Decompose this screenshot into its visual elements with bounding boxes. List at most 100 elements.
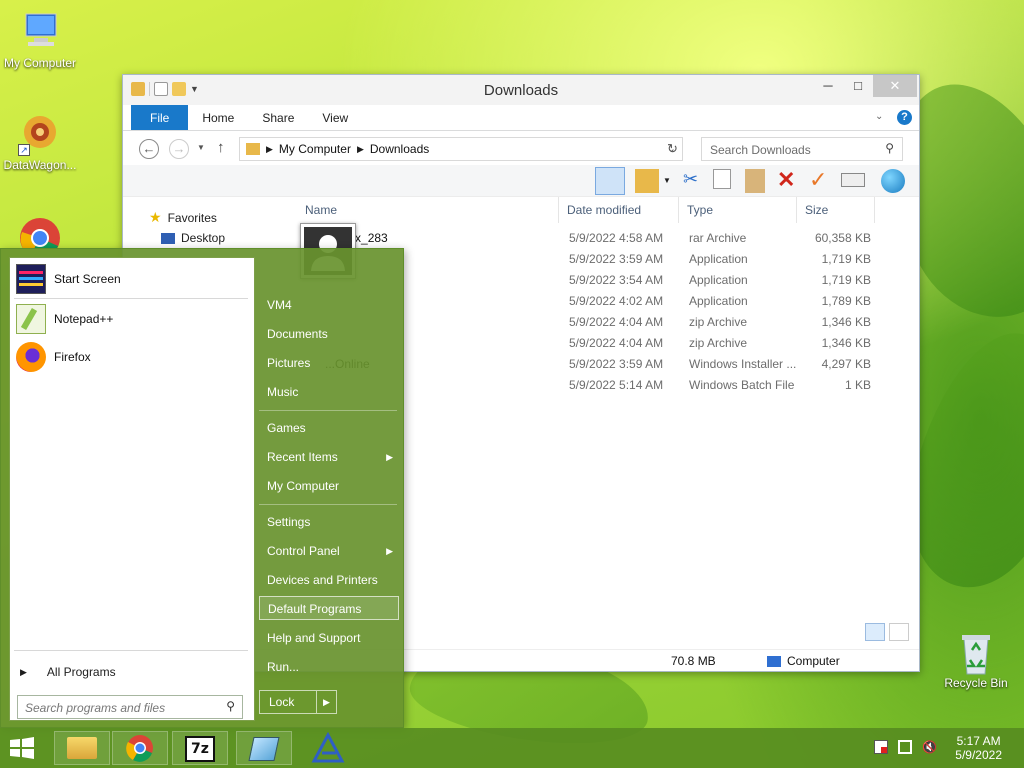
chevron-right-icon: ▶ [386, 546, 393, 556]
search-placeholder: Search Downloads [710, 143, 811, 157]
paste-icon[interactable] [745, 169, 765, 193]
title-bar[interactable]: ▼ Downloads ─ □ ✕ [123, 75, 919, 105]
taskbar-file-explorer[interactable] [54, 731, 110, 765]
status-location-label: Computer [787, 654, 840, 668]
file-type: Windows Batch File [689, 377, 795, 392]
folder-icon [246, 143, 260, 155]
desktop-icon-datawagon[interactable]: ↗ DataWagon... [0, 112, 80, 172]
desktop-icon-label: My Computer [3, 56, 77, 70]
start-item-documents[interactable]: Documents [259, 322, 399, 346]
file-date: 5/9/2022 3:54 AM [569, 272, 664, 287]
desktop-icon-chrome[interactable] [18, 216, 62, 248]
copy-icon[interactable] [713, 169, 731, 189]
start-menu: Start Screen Notepad++ Firefox ▶ All Pro… [0, 248, 404, 728]
start-item-my-computer[interactable]: My Computer [259, 474, 399, 498]
globe-icon[interactable] [881, 169, 905, 193]
column-name[interactable]: Name [297, 197, 559, 223]
file-size: 1,346 KB [821, 335, 871, 350]
file-type: rar Archive [689, 230, 747, 245]
flag-error-icon[interactable] [874, 740, 888, 754]
start-item-devices-printers[interactable]: Devices and Printers [259, 568, 399, 592]
view-switcher [865, 623, 909, 641]
file-date: 5/9/2022 4:04 AM [569, 335, 664, 350]
windows-logo-icon [10, 737, 34, 759]
start-button[interactable] [8, 736, 36, 760]
network-icon[interactable] [898, 740, 912, 754]
start-item-games[interactable]: Games [259, 416, 399, 440]
large-icons-view-icon[interactable] [889, 623, 909, 641]
tab-home[interactable]: Home [188, 105, 248, 130]
computer-icon [767, 655, 781, 667]
start-item-user[interactable]: VM4 [259, 293, 399, 317]
rename-icon[interactable] [841, 173, 865, 187]
breadcrumb-my-computer[interactable]: My Computer [279, 142, 351, 156]
search-input[interactable]: Search Downloads ⚲ [701, 137, 903, 161]
details-view-icon[interactable] [865, 623, 885, 641]
start-item-run[interactable]: Run... [259, 655, 399, 679]
column-type[interactable]: Type [679, 197, 797, 223]
tab-share[interactable]: Share [248, 105, 308, 130]
refresh-button[interactable]: ↻ [667, 141, 678, 157]
address-bar[interactable]: ▶ My Computer ▶ Downloads ⌄ [239, 137, 683, 161]
start-item-control-panel[interactable]: Control Panel ▶ [259, 539, 399, 563]
start-search-input[interactable]: Search programs and files ⚲ [17, 695, 243, 719]
delete-icon[interactable]: ✕ [777, 169, 801, 193]
divider [259, 410, 397, 411]
start-item-settings[interactable]: Settings [259, 510, 399, 534]
taskbar-triangle-app[interactable] [300, 731, 356, 765]
desktop-icon-my-computer[interactable]: My Computer [0, 10, 80, 70]
notepadpp-icon [16, 304, 46, 334]
volume-muted-icon[interactable]: 🔇 [922, 740, 937, 754]
file-date: 5/9/2022 4:02 AM [569, 293, 664, 308]
program-notepadpp[interactable]: Notepad++ [16, 304, 113, 334]
dropdown-icon[interactable]: ▼ [663, 169, 673, 193]
column-date-modified[interactable]: Date modified [559, 197, 679, 223]
divider [14, 650, 248, 651]
table-row[interactable]: ...nbox_283 5/9/2022 4:58 AM rar Archive 60… [297, 227, 879, 248]
lock-label: Lock [269, 695, 295, 709]
taskbar-chrome[interactable] [112, 731, 168, 765]
program-start-screen[interactable]: Start Screen [16, 264, 121, 294]
help-icon[interactable]: ? [897, 110, 912, 125]
program-firefox[interactable]: Firefox [16, 342, 91, 372]
recycle-bin-icon [954, 630, 998, 675]
start-item-music[interactable]: Music [259, 380, 399, 404]
file-size: 1,719 KB [821, 272, 871, 287]
maximize-button[interactable]: □ [843, 75, 873, 97]
back-button[interactable]: ← [139, 139, 159, 159]
start-item-default-programs[interactable]: Default Programs [259, 596, 399, 620]
column-size[interactable]: Size [797, 197, 875, 223]
chevron-right-icon[interactable]: ▶ [316, 691, 336, 713]
checkmark-icon[interactable]: ✓ [809, 169, 833, 193]
forward-button[interactable]: → [169, 139, 189, 159]
tab-view[interactable]: View [308, 105, 362, 130]
chevron-right-icon: ▶ [356, 143, 364, 154]
desktop-icon-recycle-bin[interactable]: Recycle Bin [936, 630, 1016, 690]
start-item-pictures[interactable]: Pictures [259, 351, 399, 375]
nav-desktop[interactable]: Desktop [161, 231, 225, 245]
start-item-recent-items[interactable]: Recent Items ▶ [259, 445, 399, 469]
check-folder-icon[interactable] [635, 169, 659, 193]
file-type: Windows Installer ... [689, 356, 797, 371]
cut-icon[interactable]: ✂ [683, 169, 707, 193]
chrome-icon [20, 218, 60, 248]
breadcrumb-downloads[interactable]: Downloads [370, 142, 429, 156]
start-item-help-support[interactable]: Help and Support [259, 626, 399, 650]
preview-pane-icon[interactable] [595, 167, 625, 195]
close-button[interactable]: ✕ [873, 75, 917, 97]
file-size: 1,346 KB [821, 314, 871, 329]
system-clock[interactable]: 5:17 AM 5/9/2022 [955, 734, 1002, 762]
lock-button[interactable]: Lock ▶ [259, 690, 337, 714]
status-location: Computer [767, 654, 840, 668]
all-programs-button[interactable]: ▶ All Programs [20, 665, 116, 679]
tab-file[interactable]: File [131, 105, 189, 130]
taskbar-7zip[interactable]: 7z [172, 731, 228, 765]
up-button[interactable]: ↑ [217, 139, 225, 156]
address-row: ← → ▼ ↑ ▶ My Computer ▶ Downloads ⌄ ↻ Se… [123, 131, 919, 165]
all-programs-label: All Programs [46, 665, 116, 679]
ribbon-expand-icon[interactable]: ⌄ [875, 111, 883, 122]
nav-favorites[interactable]: ★ Favorites [149, 209, 217, 226]
minimize-button[interactable]: ─ [813, 75, 843, 97]
taskbar-notes[interactable] [236, 731, 292, 765]
recent-locations-icon[interactable]: ▼ [197, 143, 205, 152]
